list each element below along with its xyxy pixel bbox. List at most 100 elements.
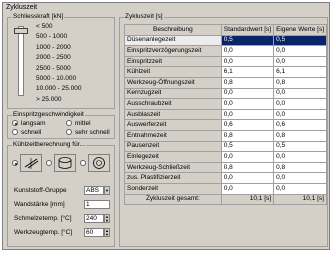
row-standard-value: 0,8 xyxy=(220,161,275,174)
row-standard-value: 0,8 xyxy=(220,76,275,89)
header-description: Beschreibung xyxy=(124,24,222,36)
row-own-value[interactable]: 0,0 xyxy=(273,172,327,184)
row-standard-value: 0,0 xyxy=(220,182,275,195)
clamp-force-range-label: 1000 - 2000 xyxy=(36,43,71,51)
table-row[interactable]: Ausblaszeit 0,0 0,0 xyxy=(124,108,327,121)
mold-temp-spinner[interactable]: ▲ ▼ xyxy=(104,228,110,237)
header-standard: Standardwert [s] xyxy=(220,24,275,36)
clamp-force-range-label: 2500 - 5000 xyxy=(36,64,71,72)
table-row[interactable]: Pausenzeit 0,5 0,5 xyxy=(124,140,327,153)
row-standard-value: 0,0 xyxy=(220,172,275,184)
row-own-value[interactable]: 0,8 xyxy=(273,161,327,174)
melt-temp-input[interactable]: 240 xyxy=(84,214,104,223)
table-row[interactable]: Entnahmezeit 0,8 0,8 xyxy=(124,129,327,142)
radio-icon[interactable] xyxy=(66,120,72,127)
row-standard-value: 0,5 xyxy=(220,140,275,153)
table-row[interactable]: Kernzugzeit 0,0 0,0 xyxy=(124,87,327,100)
total-label: Zykluszeit gesamt: xyxy=(124,193,222,206)
clamp-force-range-list: < 500 500 - 1000 1000 - 2000 2000 - 2500 250… xyxy=(36,22,82,105)
chevron-down-icon[interactable]: ▼ xyxy=(104,186,110,195)
melt-temp-spinner[interactable]: ▲ ▼ xyxy=(104,214,110,223)
table-row[interactable]: Einlegezeit 0,0 0,0 xyxy=(124,151,327,163)
plastic-group-label: Kunststoff-Gruppe xyxy=(14,187,67,194)
radio-icon[interactable] xyxy=(12,129,18,136)
row-own-value[interactable]: 0,0 xyxy=(273,182,327,195)
row-description: Ausschraubzeit xyxy=(124,98,222,110)
speed-option-slow[interactable]: langsam xyxy=(12,120,46,128)
total-row: Zykluszeit gesamt: 10,1 [s] 10,1 [s] xyxy=(124,193,327,206)
cylinder-icon[interactable] xyxy=(54,154,76,172)
row-own-value[interactable]: 0,5 xyxy=(273,140,327,153)
shape-radio-plate[interactable] xyxy=(12,160,18,166)
clamp-force-range-item: < 500 xyxy=(36,22,82,32)
row-description: Sonderzeit xyxy=(124,182,222,195)
injection-speed-group: Einspritzgeschwindigkeit langsam mittel … xyxy=(7,111,115,139)
plate-icon[interactable] xyxy=(20,154,42,172)
clamp-force-range-item: > 25.000 xyxy=(36,95,82,105)
table-row[interactable]: Einspritzzeit 0,0 0,0 xyxy=(124,55,327,68)
table-row[interactable]: Sonderzeit 0,0 0,0 xyxy=(124,182,327,195)
clamp-force-range-label: 500 - 1000 xyxy=(36,33,68,41)
clamp-force-range-item: 10.000 - 25.000 xyxy=(36,84,82,94)
row-description: Auswerferzeit xyxy=(124,119,222,131)
row-description: Einlegezeit xyxy=(124,151,222,163)
mold-temp-label: Werkzeugtemp. [°C] xyxy=(14,229,73,236)
total-own: 10,1 [s] xyxy=(273,193,327,206)
row-description: Pausenzeit xyxy=(124,140,222,153)
table-row[interactable]: Werkzeug-Schließzeit 0,8 0,8 xyxy=(124,161,327,174)
clamp-force-range-label: > 25.000 xyxy=(36,95,62,103)
table-row[interactable]: Kühlzeit 6,1 6,1 xyxy=(124,66,327,78)
row-standard-value: 0,6 xyxy=(220,119,275,131)
clamp-force-range-item: 500 - 1000 xyxy=(36,32,82,42)
radio-icon[interactable] xyxy=(12,120,18,127)
row-own-value[interactable]: 0,0 xyxy=(273,45,327,57)
speed-option-fast[interactable]: schnell xyxy=(12,129,41,137)
clamp-force-range-label: 10.000 - 25.000 xyxy=(36,85,82,93)
cooling-legend: Kühlzeitberechnung für... xyxy=(12,141,86,149)
cycle-time-window: Zykluszeit Schliesskraft [kN] < 500 500 -… xyxy=(2,2,330,250)
row-description: Kühlzeit xyxy=(124,66,222,78)
row-standard-value: 6,1 xyxy=(220,66,275,78)
row-own-value[interactable]: 0,0 xyxy=(273,87,327,100)
table-row[interactable]: zus. Plastifizierzeit 0,0 0,0 xyxy=(124,172,327,184)
row-own-value[interactable]: 0,8 xyxy=(273,129,327,142)
plastic-group-select[interactable]: ABS xyxy=(84,186,104,195)
speed-option-very-fast[interactable]: sehr schnell xyxy=(66,129,110,137)
row-own-value[interactable]: 0,0 xyxy=(273,98,327,110)
table-row[interactable]: Werkzeug-Öffnungszeit 0,8 0,8 xyxy=(124,76,327,89)
row-standard-value: 0,0 xyxy=(220,55,275,68)
row-own-value[interactable]: 0,0 xyxy=(273,108,327,121)
row-own-value[interactable]: 0,8 xyxy=(273,76,327,89)
shape-radio-cylinder[interactable] xyxy=(46,160,52,166)
row-description: Düsenanlegezeit xyxy=(124,34,222,47)
clamp-force-slider-thumb[interactable] xyxy=(14,28,28,34)
row-standard-value: 0,8 xyxy=(220,129,275,142)
row-own-value[interactable]: 6,1 xyxy=(273,66,327,78)
clamp-force-range-item: 1000 - 2000 xyxy=(36,43,82,53)
row-standard-value: 0,0 xyxy=(220,98,275,110)
row-own-value[interactable]: 0,6 xyxy=(273,119,327,131)
row-own-value[interactable]: 0,0 xyxy=(273,151,327,163)
clamp-force-slider-track[interactable] xyxy=(18,26,24,96)
cycle-time-legend: Zykluszeit [s] xyxy=(124,13,164,21)
clamp-force-range-item: 2000 - 2500 xyxy=(36,53,82,63)
table-row[interactable]: Einspritzverzögerungszeit 0,0 0,0 xyxy=(124,45,327,57)
row-standard-value: 0,0 xyxy=(220,87,275,100)
row-own-value[interactable]: 0,5 xyxy=(273,34,327,47)
radio-icon[interactable] xyxy=(66,129,72,136)
mold-temp-input[interactable]: 60 xyxy=(84,228,104,237)
header-own-values: Eigene Werte [s] xyxy=(273,24,327,36)
tube-icon[interactable] xyxy=(88,154,110,172)
speed-option-medium[interactable]: mittel xyxy=(66,120,91,128)
table-row[interactable]: Ausschraubzeit 0,0 0,0 xyxy=(124,98,327,110)
cycle-time-group: Zykluszeit [s] Beschreibung Standardwert… xyxy=(119,13,328,247)
shape-radio-tube[interactable] xyxy=(80,160,86,166)
row-description: zus. Plastifizierzeit xyxy=(124,172,222,184)
melt-temp-label: Schmelzetemp. [°C] xyxy=(14,215,72,222)
row-own-value[interactable]: 0,0 xyxy=(273,55,327,68)
row-description: Einspritzzeit xyxy=(124,55,222,68)
table-row[interactable]: Auswerferzeit 0,6 0,6 xyxy=(124,119,327,131)
wall-thickness-input[interactable]: 1 xyxy=(84,200,110,209)
table-row[interactable]: Düsenanlegezeit 0,5 0,5 xyxy=(124,34,327,47)
row-description: Entnahmezeit xyxy=(124,129,222,142)
